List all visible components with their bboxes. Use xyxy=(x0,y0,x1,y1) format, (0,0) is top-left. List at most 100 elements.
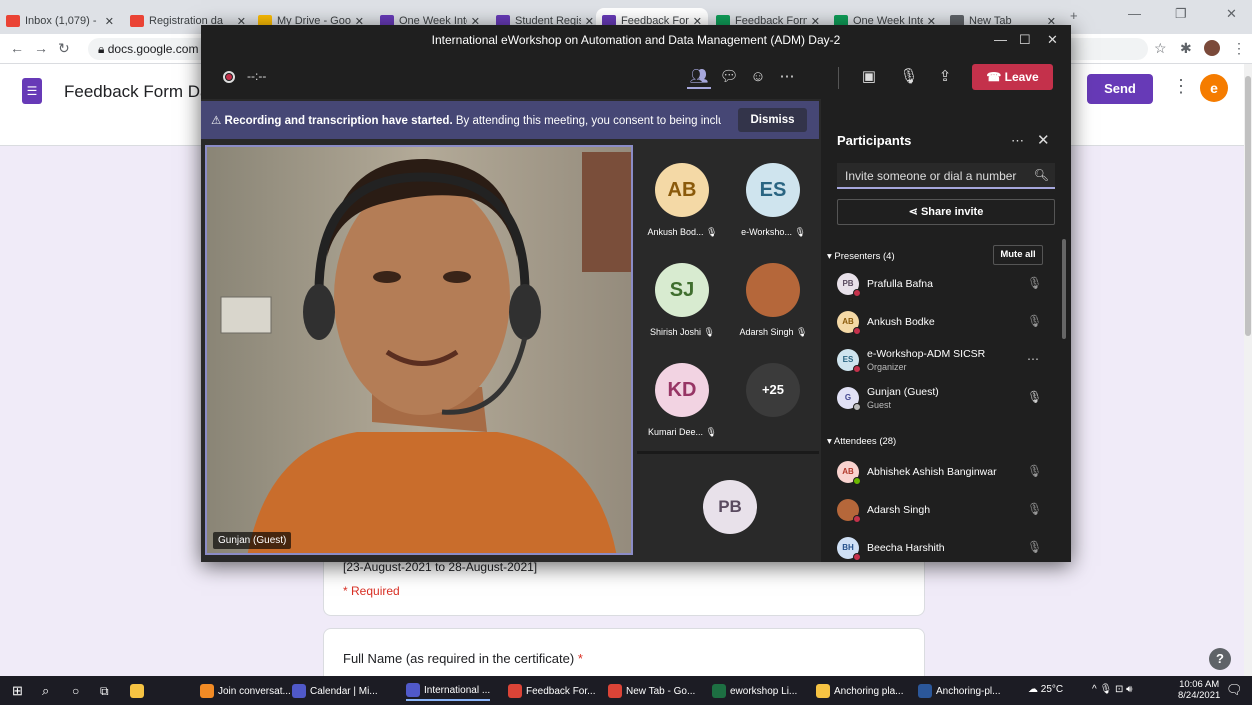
participants-icon[interactable]: 👥︎ xyxy=(687,65,711,89)
participant-avatar: KD xyxy=(655,363,709,417)
taskbar-app[interactable]: Anchoring-pl... xyxy=(918,681,1000,701)
browser-tab[interactable]: Inbox (1,079) - ✕ xyxy=(0,8,120,34)
tile-name-text: Shirish Joshi xyxy=(650,327,702,337)
participant-row[interactable]: PB Prafulla Bafna 🎙︎ xyxy=(837,269,1047,301)
panel-close-icon[interactable]: ✕ xyxy=(1037,131,1050,149)
participant-tile[interactable]: SJ Shirish Joshi 🎙︎ xyxy=(637,245,728,345)
participant-list-avatar xyxy=(837,499,861,523)
taskbar-app-label: Join conversat... xyxy=(218,685,291,697)
windows-start-icon[interactable]: ⊞ xyxy=(12,681,23,701)
panel-more-icon[interactable]: ⋯ xyxy=(1011,133,1024,149)
user-avatar[interactable]: e xyxy=(1200,74,1228,102)
task-view-icon[interactable]: ⧉ xyxy=(100,681,109,701)
taskbar-app[interactable]: eworkshop Li... xyxy=(712,681,797,701)
weather-text: 25°C xyxy=(1040,684,1064,695)
participant-row[interactable]: ES e-Workshop-ADM SICSR Organizer ⋯ xyxy=(837,345,1047,377)
back-icon[interactable]: ← xyxy=(10,40,24,56)
participant-tile[interactable]: ES e-Worksho... 🎙︎ xyxy=(728,145,819,245)
participants-scrollbar[interactable] xyxy=(1062,239,1066,339)
new-tab-icon[interactable]: + xyxy=(1070,8,1078,23)
presenters-header[interactable]: ▾ Presenters (4) xyxy=(827,251,895,262)
mic-muted-icon[interactable]: 🎙︎ xyxy=(1027,464,1042,478)
participant-tile[interactable]: KD Kumari Dee... 🎙︎ xyxy=(637,345,728,445)
participant-name: Prafulla Bafna xyxy=(867,278,933,290)
participant-name: Beecha Harshith xyxy=(867,542,945,554)
search-icon[interactable]: ⌕ xyxy=(42,681,49,701)
reactions-icon[interactable]: ☺ xyxy=(746,65,770,89)
more-options-icon[interactable]: ⋮ xyxy=(1172,76,1190,97)
send-button[interactable]: Send xyxy=(1087,74,1153,104)
participant-tile[interactable]: AB Ankush Bod... 🎙︎ xyxy=(637,145,728,245)
taskbar-app[interactable]: Join conversat... xyxy=(200,681,291,701)
question-text: Full Name (as required in the certificat… xyxy=(343,651,575,666)
participant-tile-name: Ankush Bod... 🎙︎ xyxy=(637,227,728,238)
taskbar-app[interactable]: International ... xyxy=(406,681,491,701)
minimize-icon[interactable]: — xyxy=(1128,6,1141,21)
taskbar-app[interactable]: Feedback For... xyxy=(508,681,595,701)
profile-avatar[interactable] xyxy=(1204,40,1220,56)
invite-search-input[interactable]: Invite someone or dial a number 🔍︎ xyxy=(837,163,1055,189)
dismiss-button[interactable]: Dismiss xyxy=(738,108,807,132)
mic-muted-icon[interactable]: 🎙︎ xyxy=(1027,540,1042,554)
participant-name: Ankush Bodke xyxy=(867,316,935,328)
extensions-icon[interactable]: ✱ xyxy=(1180,40,1192,57)
participant-row[interactable]: AB Abhishek Ashish Banginwar 🎙︎ xyxy=(837,457,1047,489)
muted-mic-icon: 🎙︎ xyxy=(791,227,806,237)
mute-all-button[interactable]: Mute all xyxy=(993,245,1043,265)
close-window-icon[interactable]: ✕ xyxy=(1226,6,1237,22)
teams-minimize-icon[interactable]: — xyxy=(994,25,1007,55)
mic-muted-icon[interactable]: 🎙︎ xyxy=(1027,314,1042,328)
participant-row[interactable]: BH Beecha Harshith 🎙︎ xyxy=(837,533,1047,565)
form-dates: [23-August-2021 to 28-August-2021] xyxy=(343,560,538,574)
participant-more-icon[interactable]: ⋯ xyxy=(1027,352,1039,366)
participant-row[interactable]: G Gunjan (Guest) Guest 🎙︎ xyxy=(837,383,1047,415)
participant-row[interactable]: Adarsh Singh 🎙︎ xyxy=(837,495,1047,527)
participant-list-avatar: BH xyxy=(837,537,861,561)
share-screen-icon[interactable]: ⇪ xyxy=(933,65,957,89)
grid-divider xyxy=(637,451,819,454)
participant-tile[interactable]: Adarsh Singh 🎙︎ xyxy=(728,245,819,345)
recording-indicator-icon xyxy=(223,71,235,83)
presence-status-icon xyxy=(853,477,861,485)
taskbar-app[interactable]: Calendar | Mi... xyxy=(292,681,378,701)
required-note: * Required xyxy=(343,584,400,598)
attendees-header[interactable]: ▾ Attendees (28) xyxy=(827,436,896,447)
mic-muted-icon[interactable]: 🎙︎ xyxy=(1027,276,1042,290)
participant-avatar: ES xyxy=(746,163,800,217)
more-actions-icon[interactable]: ⋯ xyxy=(775,65,799,89)
mic-muted-icon[interactable]: 🎙︎ xyxy=(1027,502,1042,516)
sticky-notes-icon[interactable] xyxy=(130,681,148,701)
maximize-icon[interactable]: ❐ xyxy=(1175,6,1187,22)
chrome-menu-icon[interactable]: ⋮ xyxy=(1232,40,1246,57)
more-participants-tile[interactable]: +25 xyxy=(728,345,819,445)
share-invite-button[interactable]: ⋖ Share invite xyxy=(837,199,1055,225)
help-icon[interactable]: ? xyxy=(1209,648,1231,670)
notifications-icon[interactable]: 🗨︎ xyxy=(1226,682,1243,698)
taskbar-app[interactable]: Anchoring pla... xyxy=(816,681,904,701)
weather-widget[interactable]: ☁ 25°C xyxy=(1028,684,1063,695)
camera-off-icon[interactable]: ▣ xyxy=(857,65,881,89)
taskbar-app[interactable]: New Tab - Go... xyxy=(608,681,695,701)
mic-on-icon[interactable]: 🎙︎ xyxy=(1027,390,1042,404)
scrollbar-thumb[interactable] xyxy=(1245,76,1251,336)
taskbar-clock[interactable]: 10:06 AM 8/24/2021 xyxy=(1178,679,1220,701)
banner-bold-text: Recording and transcription have started… xyxy=(224,115,453,127)
teams-maximize-icon[interactable]: ☐ xyxy=(1019,25,1031,55)
forward-icon[interactable]: → xyxy=(34,40,48,56)
tab-close-icon[interactable]: ✕ xyxy=(105,15,114,28)
main-video-stage[interactable]: Gunjan (Guest) xyxy=(205,145,633,555)
cortana-icon[interactable]: ○ xyxy=(72,681,79,701)
system-tray-icons[interactable]: ^ 🎙︎ ⊡ 🔊︎ xyxy=(1092,684,1132,695)
leave-button[interactable]: ☎︎ Leave xyxy=(972,64,1053,90)
participant-avatar-pb[interactable]: PB xyxy=(703,480,757,534)
taskbar-app-icon xyxy=(608,684,622,698)
reload-icon[interactable]: ↻ xyxy=(58,40,70,57)
page-scrollbar[interactable] xyxy=(1244,64,1252,676)
participant-row[interactable]: AB Ankush Bodke 🎙︎ xyxy=(837,307,1047,339)
chat-icon[interactable]: 💬︎ xyxy=(717,65,741,89)
tile-name-text: Adarsh Singh xyxy=(739,327,794,337)
teams-meeting-window: International eWorkshop on Automation an… xyxy=(201,25,1071,562)
bookmark-star-icon[interactable]: ☆ xyxy=(1154,40,1167,57)
mic-off-icon[interactable]: 🎙︎ xyxy=(897,65,921,89)
teams-close-icon[interactable]: ✕ xyxy=(1047,25,1058,55)
